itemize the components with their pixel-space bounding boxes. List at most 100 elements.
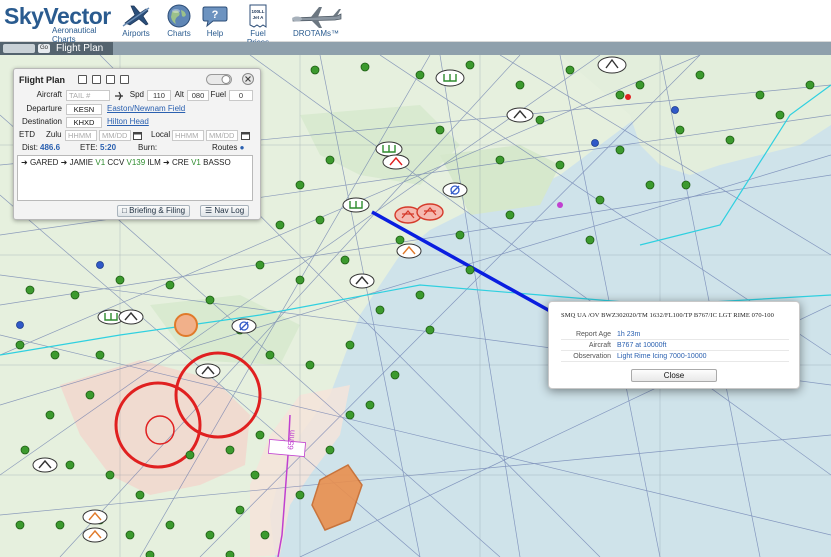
route-airway[interactable]: V1 (191, 158, 201, 167)
pirep-key: Observation (573, 353, 611, 360)
nav-drotams-label: DROTAMs™ (292, 29, 340, 38)
pirep-row-report-age: Report Age 1h 23m (561, 329, 789, 340)
fuel-receipt-line2: Jet A (253, 15, 265, 20)
burn-label: Burn: (138, 143, 158, 152)
pirep-raw-text: SMQ UA /OV BWZ302020/TM 1632/FL100/TP B7… (561, 312, 775, 319)
altitude-input[interactable] (187, 90, 209, 101)
route-waypoint[interactable]: CCV (107, 158, 124, 167)
top-header: SkyVector Aeronautical Charts Airports C… (0, 0, 831, 47)
airport-marker-red[interactable] (625, 94, 631, 100)
tab-flight-plan[interactable]: Go Flight Plan (0, 42, 113, 55)
zulu-date-input[interactable] (99, 130, 131, 141)
tab-flight-plan-label: Flight Plan (56, 43, 104, 54)
drone-icon (292, 7, 342, 28)
fuel-receipt-line1: 100LL (251, 9, 264, 14)
pirep-row-aircraft: Aircraft B767 at 10000ft (561, 340, 789, 351)
fuel-receipt-icon: 100LL Jet A (249, 4, 267, 28)
calendar-icon[interactable] (133, 131, 142, 140)
nav-charts-label: Charts (167, 29, 191, 38)
pirep-key: Report Age (575, 331, 611, 338)
route-arrow-icon: ➜ (60, 158, 68, 167)
help-bubble-icon: ? (202, 6, 228, 28)
local-label: Local (151, 130, 171, 139)
skyvector-logo[interactable]: SkyVector Aeronautical Charts (4, 3, 116, 44)
tab-grip[interactable] (3, 44, 35, 53)
flight-plan-title: Flight Plan (19, 75, 65, 85)
dist-label: Dist: (22, 143, 38, 152)
routes-button[interactable]: Routes ● (212, 143, 244, 152)
skyvector-app: SkyVector Aeronautical Charts Airports C… (0, 0, 831, 557)
nav-airports[interactable]: Airports (120, 3, 152, 41)
toggle-switch[interactable] (206, 74, 232, 85)
logo-text: SkyVector (4, 3, 111, 29)
route-waypoint[interactable]: JAMIE (70, 158, 94, 167)
briefing-filing-button[interactable]: □ Briefing & Filing (117, 205, 191, 217)
calendar-icon-local[interactable] (241, 131, 250, 140)
aircraft-label: Aircraft (36, 90, 62, 99)
fuel-input[interactable] (229, 90, 253, 101)
routes-label: Routes (212, 143, 238, 152)
new-plan-icon[interactable] (78, 75, 87, 84)
destination-airport-link[interactable]: Hilton Head (107, 117, 149, 126)
aircraft-tail-input[interactable] (66, 90, 110, 101)
etd-label: ETD (19, 130, 35, 139)
destination-label: Destination (21, 117, 62, 126)
destination-input[interactable] (66, 117, 102, 128)
panel-tab-strip (0, 42, 831, 55)
nav-charts[interactable]: Charts (164, 3, 194, 41)
pirep-value: Light Rime Icing 7000-10000 (617, 353, 707, 360)
pirep-value: 1h 23m (617, 331, 641, 338)
fuel-label: Fuel (210, 90, 226, 99)
ete-label: ETE: (80, 143, 98, 152)
departure-airport-link[interactable]: Easton/Newnam Field (107, 104, 185, 113)
route-airway[interactable]: V139 (127, 158, 146, 167)
nav-help[interactable]: ? Help (200, 3, 230, 41)
route-waypoint[interactable]: ILM (147, 158, 160, 167)
route-waypoint[interactable]: BASSO (203, 158, 231, 167)
nav-log-button[interactable]: ☰ Nav Log (200, 205, 250, 217)
route-waypoint[interactable]: GARED (30, 158, 58, 167)
route-airway[interactable]: V1 (95, 158, 105, 167)
route-arrow-icon: ➜ (21, 158, 28, 167)
airplane-icon (122, 5, 150, 27)
pirep-details-table: Report Age 1h 23m Aircraft B767 at 10000ft… (561, 329, 789, 362)
route-text-area[interactable]: ➜ GARED ➜ JAMIE V1 CCV V139 ILM ➜ CRE V1… (17, 155, 253, 201)
routes-dropdown-icon: ● (239, 143, 245, 152)
route-waypoint[interactable]: CRE (172, 158, 189, 167)
route-arrow-icon: ➜ (163, 158, 170, 167)
flight-plan-panel: Flight Plan Aircraft Spd Alt Fuel Depart… (13, 68, 261, 220)
pirep-popup: SMQ UA /OV BWZ302020/TM 1632/FL100/TP B7… (548, 301, 800, 389)
speed-input[interactable] (147, 90, 171, 101)
tfr-circle[interactable] (174, 313, 198, 337)
nav-help-label: Help (206, 29, 224, 38)
local-date-input[interactable] (206, 130, 238, 141)
ete-value: 5:20 (100, 143, 117, 152)
save-plan-icon[interactable] (106, 75, 115, 84)
departure-label: Departure (26, 104, 62, 113)
nav-airports-label: Airports (122, 29, 150, 38)
briefing-icon: □ (122, 206, 127, 215)
pirep-key: Aircraft (588, 342, 611, 349)
local-time-input[interactable] (172, 130, 204, 141)
nav-log-icon: ☰ (205, 206, 213, 215)
spd-label: Spd (129, 90, 144, 99)
departure-input[interactable] (66, 104, 102, 115)
pirep-close-button[interactable]: Close (631, 369, 717, 382)
nav-fuel-prices[interactable]: 100LL Jet A Fuel Prices (239, 3, 277, 47)
close-icon[interactable] (242, 73, 254, 85)
zulu-time-input[interactable] (65, 130, 97, 141)
aircraft-icon[interactable] (114, 91, 124, 101)
globe-icon (167, 4, 191, 28)
svg-text:?: ? (212, 9, 219, 21)
tab-mini-button[interactable]: Go (38, 44, 50, 53)
alt-label: Alt (174, 90, 184, 99)
airport-marker-magenta[interactable] (557, 202, 563, 208)
briefing-filing-label: Briefing & Filing (129, 206, 186, 215)
pirep-value: B767 at 10000ft (617, 342, 667, 349)
nav-drotams[interactable]: DROTAMs™ (288, 3, 344, 41)
share-plan-icon[interactable] (120, 75, 129, 84)
pirep-row-observation: Observation Light Rime Icing 7000-10000 (561, 351, 789, 362)
open-plan-icon[interactable] (92, 75, 101, 84)
zulu-label: Zulu (46, 130, 62, 139)
distance-label: 65nm (286, 429, 297, 450)
